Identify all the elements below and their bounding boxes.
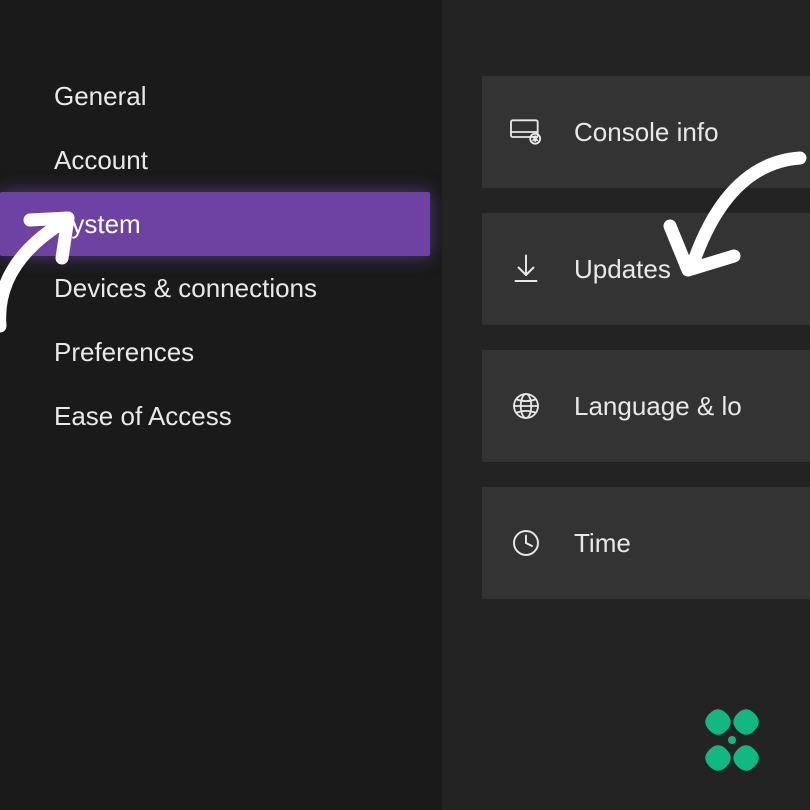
tile-label: Updates bbox=[574, 254, 671, 285]
sidebar-item-preferences[interactable]: Preferences bbox=[0, 320, 442, 384]
sidebar-item-devices[interactable]: Devices & connections bbox=[0, 256, 442, 320]
sidebar-item-ease-of-access[interactable]: Ease of Access bbox=[0, 384, 442, 448]
main-panel: Console info Updates bbox=[442, 0, 810, 810]
settings-sidebar: General Account System Devices & connect… bbox=[0, 0, 442, 810]
tile-console-info[interactable]: Console info bbox=[482, 76, 810, 188]
download-icon bbox=[502, 245, 550, 293]
sidebar-item-label: System bbox=[54, 209, 141, 240]
sidebar-item-label: Devices & connections bbox=[54, 273, 317, 304]
sidebar-item-account[interactable]: Account bbox=[0, 128, 442, 192]
tile-label: Time bbox=[574, 528, 631, 559]
tile-label: Console info bbox=[574, 117, 719, 148]
tile-list: Console info Updates bbox=[482, 76, 810, 624]
sidebar-item-label: Preferences bbox=[54, 337, 194, 368]
sidebar-item-label: Ease of Access bbox=[54, 401, 232, 432]
clock-icon bbox=[502, 519, 550, 567]
globe-icon bbox=[502, 382, 550, 430]
tile-time[interactable]: Time bbox=[482, 487, 810, 599]
sidebar-item-general[interactable]: General bbox=[0, 64, 442, 128]
tile-updates[interactable]: Updates bbox=[482, 213, 810, 325]
tile-label: Language & lo bbox=[574, 391, 742, 422]
sidebar-item-label: Account bbox=[54, 145, 148, 176]
tile-language-location[interactable]: Language & lo bbox=[482, 350, 810, 462]
sidebar-list: General Account System Devices & connect… bbox=[0, 64, 442, 448]
sidebar-item-system[interactable]: System bbox=[0, 192, 430, 256]
brand-logo-icon bbox=[696, 706, 768, 778]
sidebar-item-label: General bbox=[54, 81, 147, 112]
console-info-icon bbox=[502, 108, 550, 156]
